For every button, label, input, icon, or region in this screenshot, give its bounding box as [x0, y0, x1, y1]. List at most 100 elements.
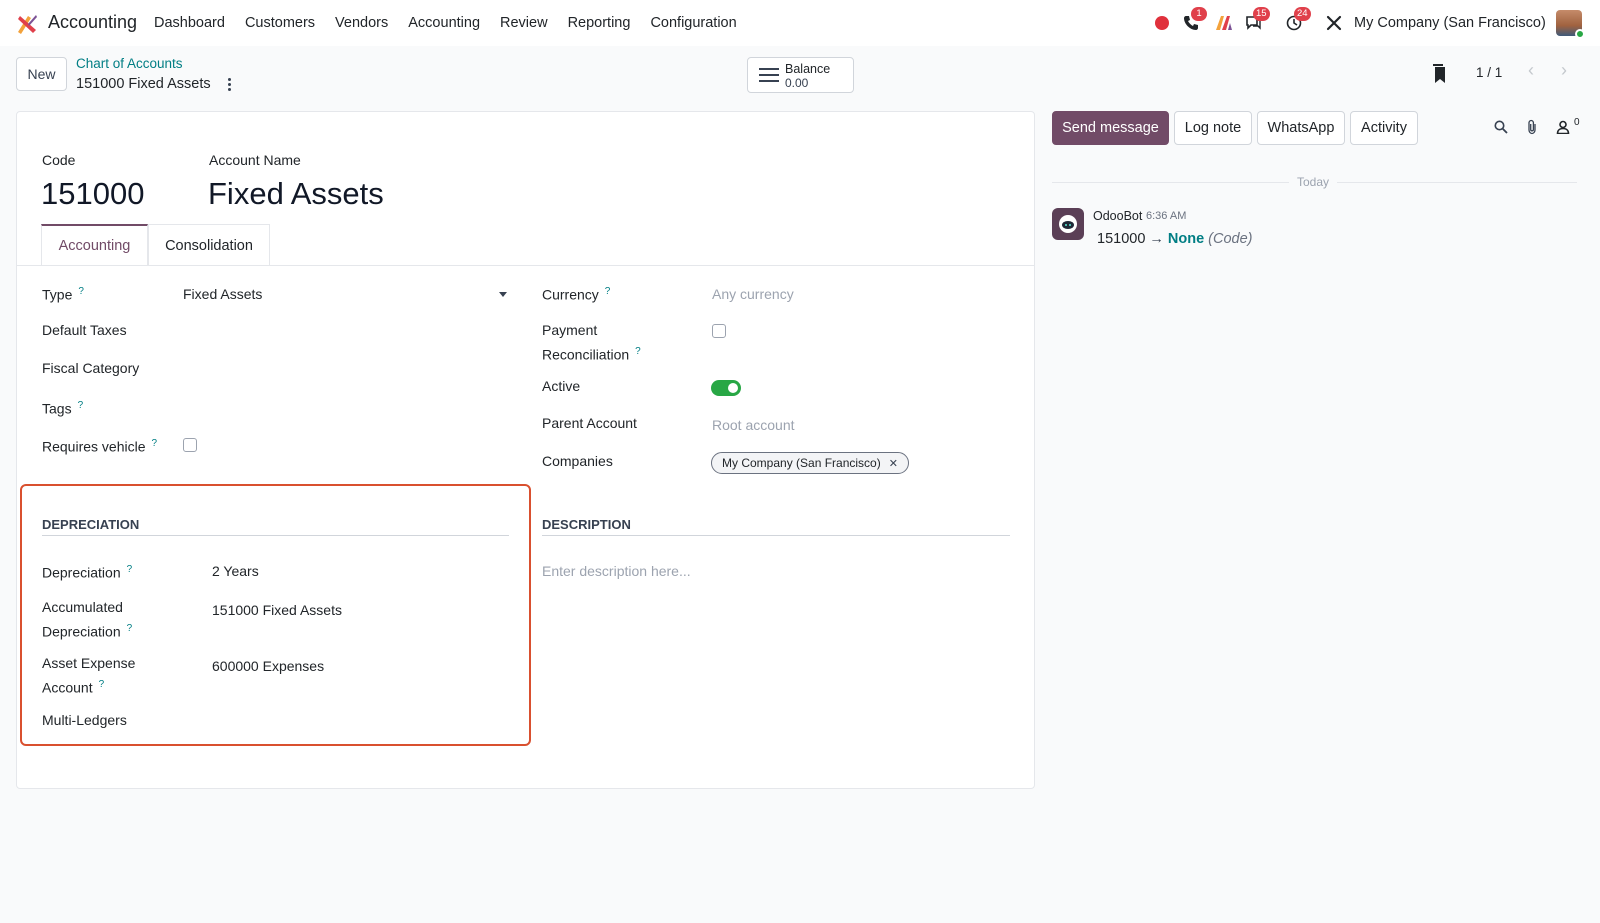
- help-icon: ?: [78, 286, 84, 297]
- record-icon[interactable]: [1152, 13, 1172, 33]
- today-divider-left: [1052, 182, 1289, 183]
- tags-label: Tags?: [42, 400, 84, 417]
- fiscal-category-label: Fiscal Category: [42, 360, 140, 376]
- main-menu: Dashboard Customers Vendors Accounting R…: [144, 0, 747, 46]
- today-label: Today: [1297, 175, 1330, 189]
- activity-button[interactable]: Activity: [1350, 111, 1418, 145]
- balance-smart-button[interactable]: Balance 0.00: [747, 57, 854, 93]
- tab-accounting[interactable]: Accounting: [41, 224, 148, 266]
- company-tag: My Company (San Francisco) ✕: [711, 452, 909, 474]
- balance-value: 0.00: [785, 76, 809, 90]
- help-icon: ?: [635, 346, 641, 357]
- code-label: Code: [42, 152, 76, 168]
- accumulated-depreciation-input[interactable]: 151000 Fixed Assets: [212, 602, 342, 618]
- followers-icon[interactable]: [1553, 117, 1573, 137]
- followers-count: 0: [1574, 117, 1580, 128]
- companies-label: Companies: [542, 453, 613, 469]
- active-toggle[interactable]: [711, 380, 741, 396]
- send-message-button[interactable]: Send message: [1052, 111, 1169, 145]
- breadcrumb-chart-of-accounts[interactable]: Chart of Accounts: [76, 56, 183, 71]
- record-title: 151000 Fixed Assets: [76, 76, 211, 92]
- top-navbar: Accounting Dashboard Customers Vendors A…: [0, 0, 1600, 46]
- arrow-right-icon: →: [1149, 231, 1164, 247]
- pager-next-icon[interactable]: ›: [1553, 60, 1575, 84]
- message-author[interactable]: OdooBot: [1093, 209, 1142, 223]
- pager-previous-icon[interactable]: ‹: [1520, 60, 1542, 84]
- company-tag-label: My Company (San Francisco): [722, 456, 881, 470]
- tracked-field-name: (Code): [1208, 231, 1253, 247]
- currency-label: Currency?: [542, 286, 611, 303]
- asset-expense-account-input[interactable]: 600000 Expenses: [212, 658, 324, 674]
- messages-icon[interactable]: 15: [1243, 7, 1270, 33]
- whatsapp-button[interactable]: WhatsApp: [1257, 111, 1345, 145]
- requires-vehicle-label: Requires vehicle?: [42, 438, 158, 455]
- paperclip-icon[interactable]: [1522, 117, 1542, 137]
- menu-review[interactable]: Review: [490, 15, 558, 31]
- ai-icon[interactable]: [1214, 13, 1234, 33]
- pager-value[interactable]: 1 / 1: [1476, 65, 1502, 80]
- depreciation-divider: [42, 535, 509, 536]
- tabs-divider: [17, 265, 1034, 266]
- menu-reporting[interactable]: Reporting: [558, 15, 641, 31]
- multi-ledgers-label: Multi-Ledgers: [42, 712, 127, 728]
- bookmark-icon[interactable]: [1432, 64, 1448, 84]
- requires-vehicle-checkbox[interactable]: [183, 438, 197, 452]
- accounting-app-icon[interactable]: [16, 12, 38, 34]
- old-value: 151000: [1097, 231, 1146, 247]
- type-select[interactable]: Fixed Assets: [183, 286, 262, 302]
- menu-configuration[interactable]: Configuration: [640, 15, 746, 31]
- payment-reconciliation-checkbox[interactable]: [712, 324, 726, 338]
- code-input[interactable]: 151000: [41, 176, 144, 212]
- activities-badge: 24: [1294, 7, 1311, 21]
- search-icon[interactable]: [1491, 117, 1511, 137]
- user-avatar[interactable]: [1556, 10, 1585, 39]
- help-icon: ?: [126, 623, 133, 634]
- chevron-down-icon[interactable]: [499, 292, 507, 297]
- menu-dashboard[interactable]: Dashboard: [144, 15, 235, 31]
- active-label: Active: [542, 378, 581, 394]
- currency-input[interactable]: Any currency: [712, 286, 794, 302]
- log-note-button[interactable]: Log note: [1174, 111, 1252, 145]
- parent-account-input[interactable]: Root account: [712, 417, 795, 433]
- company-switcher[interactable]: My Company (San Francisco): [1354, 15, 1546, 31]
- phone-badge: 1: [1191, 7, 1207, 21]
- messages-badge: 15: [1253, 7, 1270, 21]
- menu-vendors[interactable]: Vendors: [325, 15, 398, 31]
- help-icon: ?: [604, 286, 611, 297]
- payment-reconciliation-label: Payment Reconciliation?: [542, 322, 641, 363]
- balance-label: Balance: [785, 62, 831, 76]
- activities-icon[interactable]: 24: [1284, 7, 1311, 33]
- actions-menu-icon[interactable]: [222, 75, 236, 93]
- help-icon: ?: [151, 438, 158, 449]
- accumulated-depreciation-label: Accumulated Depreciation?: [42, 599, 133, 640]
- account-name-input[interactable]: Fixed Assets: [208, 176, 384, 212]
- app-name[interactable]: Accounting: [48, 12, 137, 33]
- menu-customers[interactable]: Customers: [235, 15, 325, 31]
- new-value: None: [1167, 231, 1205, 247]
- account-name-label: Account Name: [209, 152, 301, 168]
- asset-expense-account-label: Asset Expense Account?: [42, 655, 136, 696]
- tools-icon[interactable]: [1324, 13, 1344, 33]
- odoobot-avatar[interactable]: [1052, 208, 1084, 240]
- depreciation-input[interactable]: 2 Years: [212, 563, 259, 579]
- depreciation-section-title: DEPRECIATION: [42, 517, 140, 532]
- today-divider-right: [1337, 182, 1577, 183]
- description-input[interactable]: Enter description here...: [542, 563, 691, 579]
- tab-consolidation[interactable]: Consolidation: [148, 224, 270, 266]
- list-icon: [759, 68, 779, 82]
- phone-icon[interactable]: 1: [1181, 7, 1207, 33]
- description-divider: [542, 535, 1010, 536]
- help-icon: ?: [98, 679, 105, 690]
- new-button[interactable]: New: [16, 57, 67, 91]
- parent-account-label: Parent Account: [542, 415, 637, 431]
- description-section-title: DESCRIPTION: [542, 517, 631, 532]
- tracking-message: 151000 → None (Code): [1097, 231, 1252, 247]
- online-status-dot: [1575, 29, 1585, 39]
- remove-tag-icon[interactable]: ✕: [889, 457, 898, 470]
- menu-accounting[interactable]: Accounting: [398, 15, 490, 31]
- depreciation-label: Depreciation?: [42, 564, 133, 581]
- help-icon: ?: [126, 564, 133, 575]
- type-label: Type?: [42, 286, 84, 303]
- help-icon: ?: [77, 400, 84, 411]
- message-time: 6:36 AM: [1146, 210, 1187, 222]
